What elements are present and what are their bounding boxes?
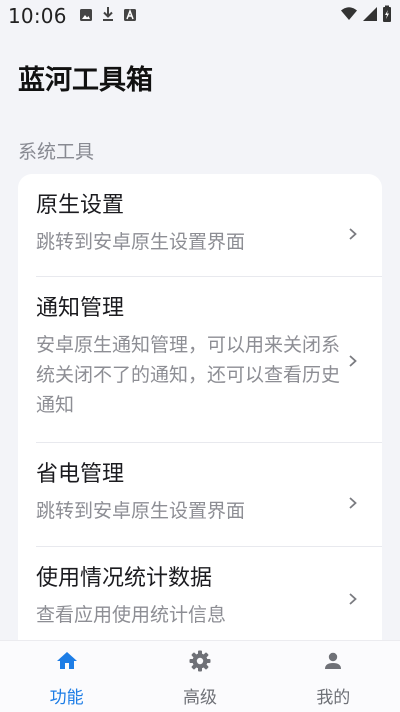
item-title: 省电管理: [36, 462, 125, 487]
list-item-usage-stats[interactable]: 使用情况统计数据 查看应用使用统计信息: [18, 564, 382, 644]
status-time: 10:06: [8, 4, 67, 28]
image-icon: [79, 7, 93, 26]
chevron-right-icon: [349, 593, 357, 605]
chevron-right-icon: [349, 497, 357, 509]
person-icon: [325, 652, 342, 669]
divider: [36, 442, 382, 443]
section-title: 系统工具: [18, 141, 95, 163]
download-icon: [101, 6, 115, 26]
item-title: 原生设置: [36, 193, 125, 218]
home-icon: [56, 652, 77, 669]
list-item-native-settings[interactable]: 原生设置 跳转到安卓原生设置界面: [18, 191, 382, 277]
wifi-icon: [340, 6, 358, 26]
chevron-right-icon: [349, 355, 357, 367]
chevron-right-icon: [349, 228, 357, 240]
battery-icon: [382, 5, 392, 27]
item-description: 跳转到安卓原生设置界面: [36, 500, 246, 522]
item-description: 安卓原生通知管理，可以用来关闭系统关闭不了的通知，还可以查看历史通知: [36, 334, 341, 416]
nav-item-profile[interactable]: 我的: [267, 641, 400, 712]
item-title: 通知管理: [36, 296, 125, 321]
item-title: 使用情况统计数据: [36, 566, 213, 591]
list-item-notification-management[interactable]: 通知管理 安卓原生通知管理，可以用来关闭系统关闭不了的通知，还可以查看历史通知: [18, 294, 382, 442]
status-system-icons: [340, 5, 392, 27]
item-description: 跳转到安卓原生设置界面: [36, 231, 246, 253]
text-a-icon: [123, 7, 137, 26]
nav-item-features[interactable]: 功能: [0, 641, 133, 712]
bottom-navigation: 功能 高级 我的: [0, 640, 400, 712]
nav-label: 我的: [316, 688, 351, 708]
list-item-power-management[interactable]: 省电管理 跳转到安卓原生设置界面: [18, 460, 382, 546]
status-notification-icons: [79, 6, 137, 26]
tools-card: 原生设置 跳转到安卓原生设置界面 通知管理 安卓原生通知管理，可以用来关闭系统关…: [18, 174, 382, 644]
status-bar: 10:06: [0, 0, 400, 32]
nav-item-advanced[interactable]: 高级: [133, 641, 266, 712]
page-title: 蓝河工具箱: [18, 65, 153, 96]
divider: [36, 546, 382, 547]
item-description: 查看应用使用统计信息: [36, 604, 227, 626]
gear-icon: [189, 650, 211, 672]
divider: [36, 276, 382, 277]
nav-label: 功能: [49, 688, 84, 708]
nav-label: 高级: [182, 688, 217, 708]
signal-icon: [362, 6, 378, 26]
